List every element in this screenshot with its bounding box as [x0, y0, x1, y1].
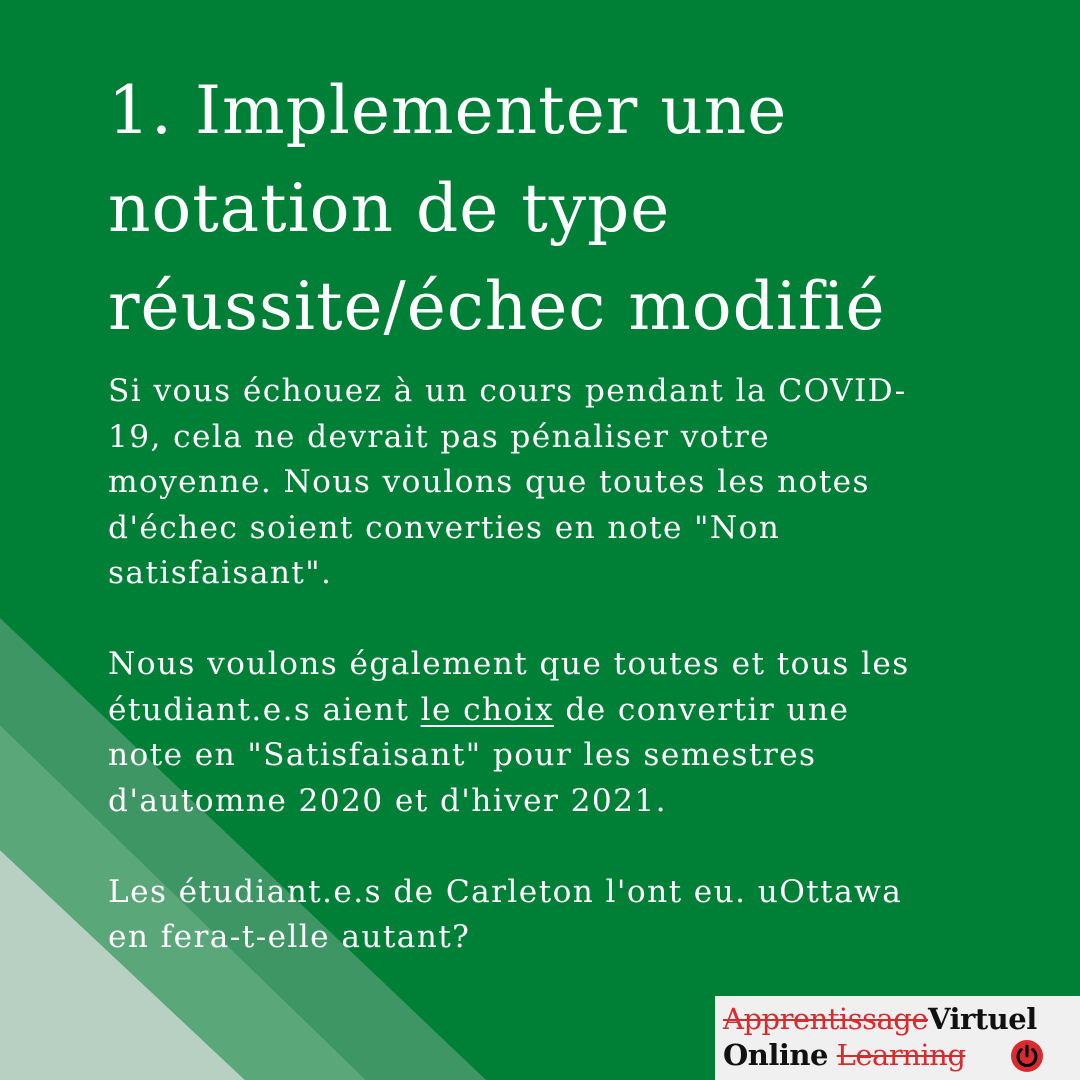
logo-learning-strikethrough: Learning	[836, 1038, 966, 1072]
carleton-question-paragraph: Les étudiant.e.s de Carleton l'ont eu. u…	[108, 870, 1038, 961]
paragraph-2-line-4: d'automne 2020 et d'hiver 2021.	[108, 782, 667, 819]
title-line-3: réussite/échec modifié	[108, 268, 886, 345]
online-learning-logo: ApprentissageVirtuel Online Learning	[715, 996, 1080, 1080]
paragraph-2-line-3: note en "Satisfaisant" pour les semestre…	[108, 737, 817, 773]
paragraph-1-line-2: 19, cela ne devrait pas pénaliser votre	[108, 418, 771, 455]
paragraph-3-line-2: en fera-t-elle autant?	[108, 919, 471, 955]
paragraph-3-line-1: Les étudiant.e.s de Carleton l'ont eu. u…	[108, 873, 903, 910]
title-line-1: 1. Implementer une	[108, 72, 788, 149]
paragraph-1-line-4: d'échec soient converties en note "Non	[108, 509, 781, 546]
logo-online-text: Online	[723, 1038, 828, 1072]
failure-grade-paragraph: Si vous échouez à un cours pendant la CO…	[108, 369, 1038, 597]
underlined-choice-text: le choix	[420, 691, 555, 728]
logo-top-row: ApprentissageVirtuel	[723, 1002, 1037, 1036]
satisfactory-choice-paragraph: Nous voulons également que toutes et tou…	[108, 642, 1038, 824]
logo-apprentissage-strikethrough: Apprentissage	[723, 1002, 928, 1036]
paragraph-1-line-1: Si vous échouez à un cours pendant la CO…	[108, 373, 907, 409]
main-message: Si vous échouez à un cours pendant la CO…	[108, 369, 1038, 961]
power-icon	[1011, 1040, 1043, 1072]
logo-bottom-row: Online Learning	[723, 1038, 966, 1072]
logo-virtuel-text: Virtuel	[927, 1002, 1037, 1036]
page-title: 1. Implementer une notation de type réus…	[108, 62, 1058, 356]
paragraph-1-line-5: satisfaisant".	[108, 555, 333, 591]
infographic-page: 1. Implementer une notation de type réus…	[0, 0, 1080, 1080]
paragraph-2-line-2-start: étudiant.e.s aient	[108, 691, 421, 728]
paragraph-2-line-2-end: de convertir une	[554, 691, 850, 728]
paragraph-2-line-1: Nous voulons également que toutes et tou…	[108, 646, 910, 682]
paragraph-1-line-3: moyenne. Nous voulons que toutes les not…	[108, 464, 870, 500]
paragraph-2-line-2: étudiant.e.s aient le choix de convertir…	[108, 688, 1038, 734]
title-line-2: notation de type	[108, 170, 671, 247]
